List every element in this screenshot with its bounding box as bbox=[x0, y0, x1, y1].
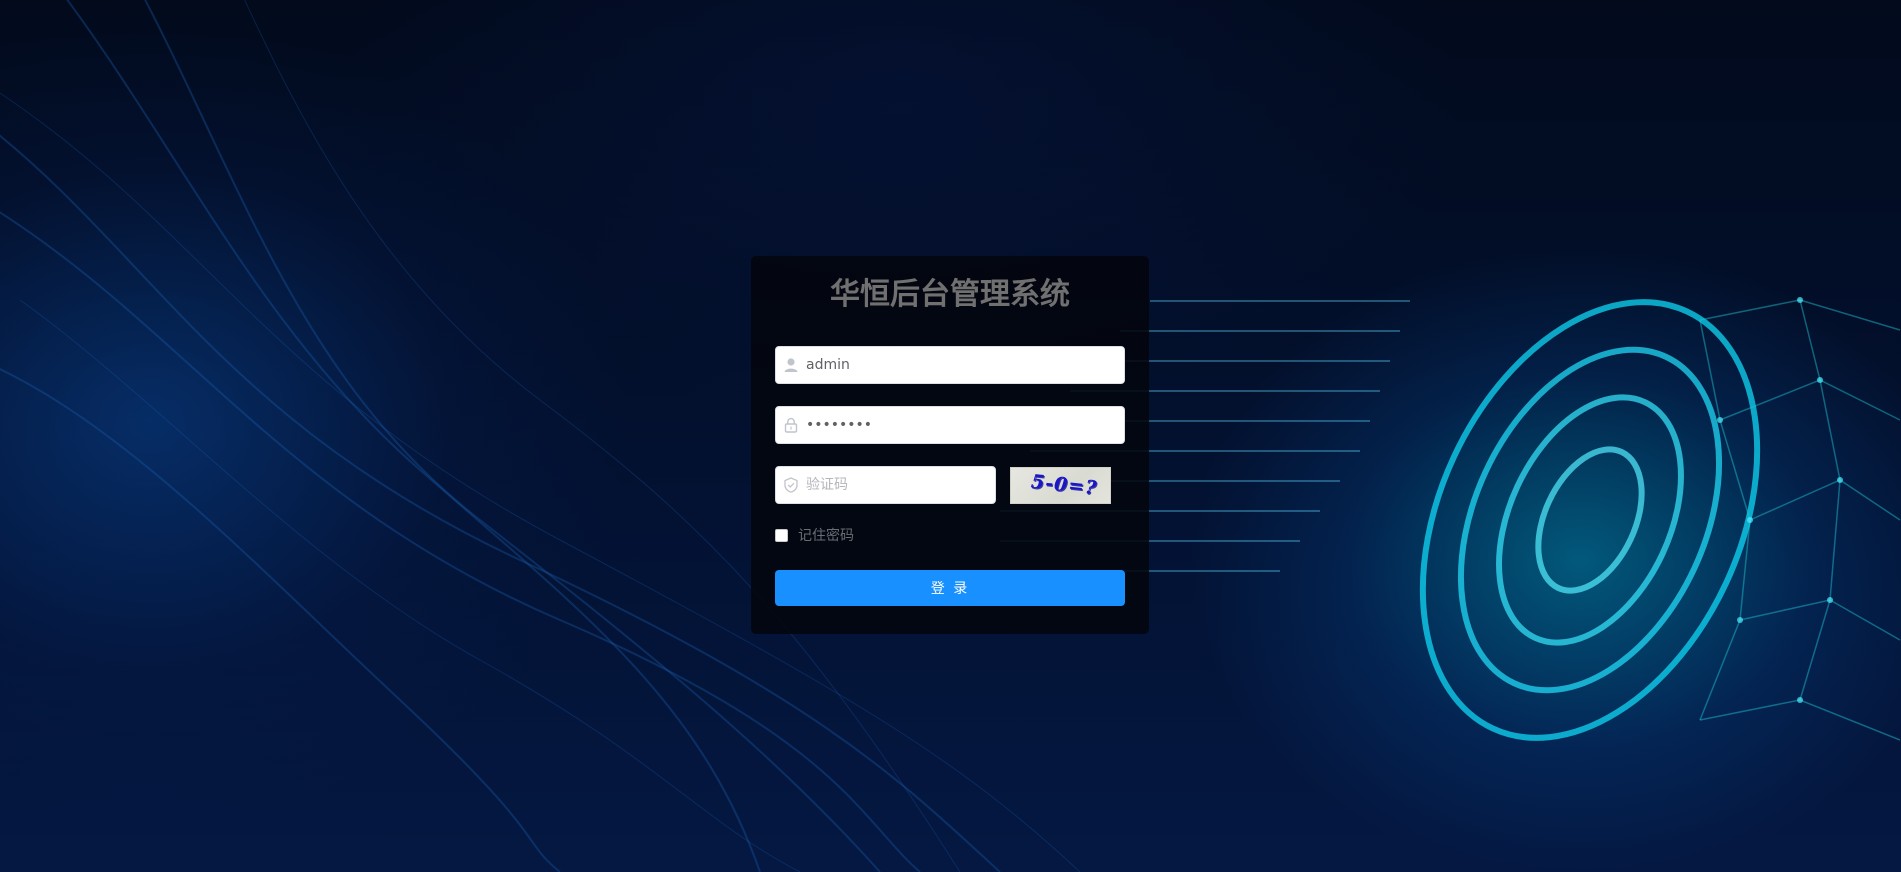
username-field bbox=[775, 346, 1125, 384]
user-icon bbox=[782, 356, 800, 374]
username-input[interactable] bbox=[806, 347, 1118, 383]
captcha-image[interactable]: 5-0=? bbox=[1010, 467, 1111, 504]
remember-checkbox[interactable] bbox=[775, 528, 788, 542]
page-title: 华恒后台管理系统 bbox=[830, 277, 1070, 312]
captcha-text: 5-0=? bbox=[1030, 470, 1099, 500]
password-input[interactable] bbox=[806, 407, 1118, 443]
captcha-input[interactable] bbox=[806, 467, 989, 503]
shield-check-icon bbox=[782, 476, 800, 494]
lock-icon bbox=[782, 416, 800, 434]
remember-password[interactable]: 记住密码 bbox=[775, 525, 854, 545]
login-card: 华恒后台管理系统 5-0=? bbox=[751, 256, 1149, 634]
password-field bbox=[775, 406, 1125, 444]
login-button[interactable]: 登 录 bbox=[775, 570, 1125, 606]
captcha-field bbox=[775, 466, 996, 504]
remember-label[interactable]: 记住密码 bbox=[798, 525, 854, 545]
